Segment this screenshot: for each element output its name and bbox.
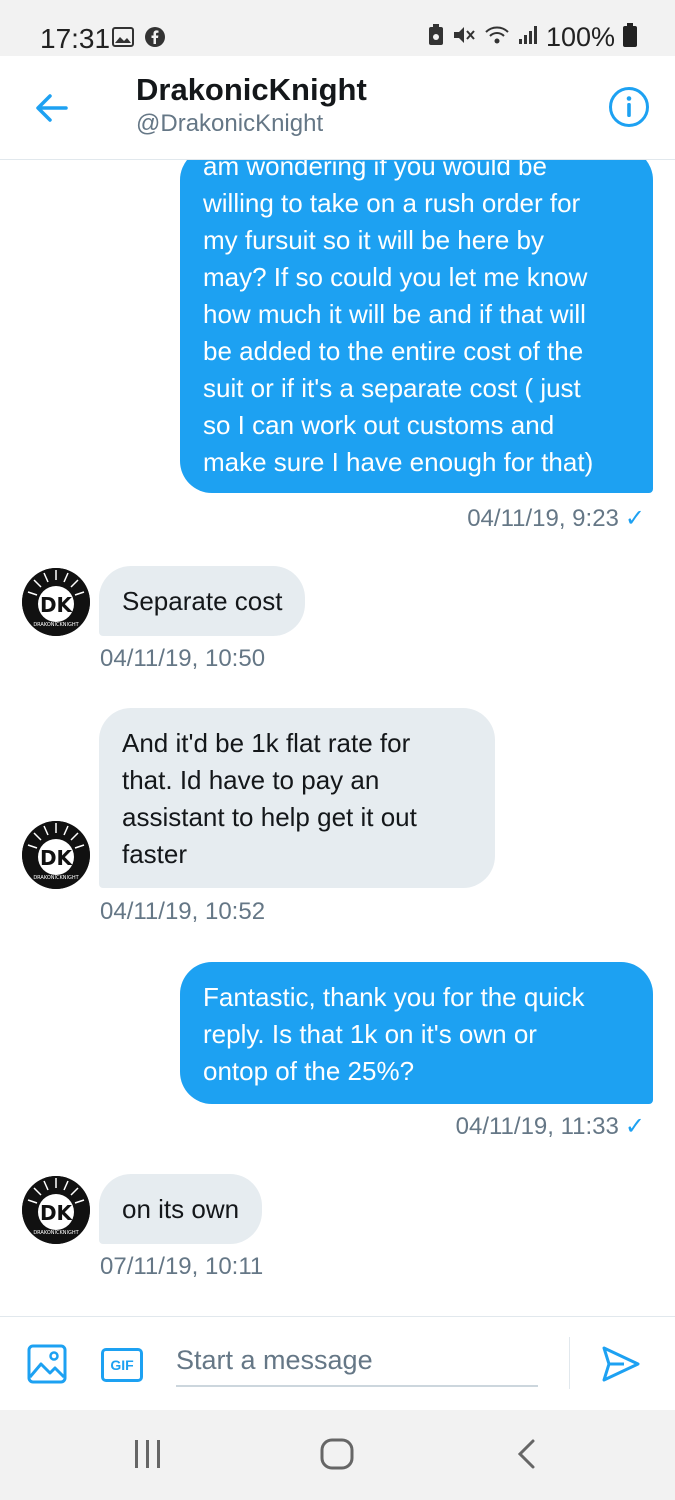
battery-icon	[623, 23, 637, 52]
svg-text:DK: DK	[40, 1201, 74, 1225]
incoming-message-bubble[interactable]: on its own	[99, 1174, 263, 1244]
recent-apps-icon[interactable]	[133, 1438, 163, 1475]
divider	[569, 1337, 570, 1389]
send-icon[interactable]	[600, 1343, 642, 1385]
message-list[interactable]: am wondering if you would be willing to …	[0, 160, 675, 1316]
message-timestamp: 04/11/19, 9:23 ✓	[467, 505, 645, 532]
back-icon[interactable]	[514, 1438, 538, 1475]
avatar[interactable]: DK DRAKONICKNIGHT	[22, 1176, 90, 1244]
svg-text:DK: DK	[40, 846, 74, 870]
svg-text:DRAKONICKNIGHT: DRAKONICKNIGHT	[33, 875, 79, 881]
conversation-name[interactable]: DrakonicKnight	[136, 72, 367, 108]
system-nav-bar	[0, 1410, 675, 1500]
battery-percent: 100%	[545, 22, 615, 52]
avatar[interactable]: DK DRAKONICKNIGHT	[22, 821, 90, 889]
home-icon[interactable]	[320, 1438, 354, 1475]
image-icon[interactable]	[27, 1344, 67, 1384]
message-composer: GIF	[0, 1316, 675, 1410]
gallery-icon	[112, 27, 134, 52]
info-icon[interactable]	[608, 86, 650, 128]
facebook-icon	[144, 26, 166, 53]
outgoing-message-bubble[interactable]: am wondering if you would be willing to …	[180, 160, 653, 493]
mute-icon	[452, 24, 476, 51]
status-time: 17:31	[40, 23, 111, 54]
message-timestamp: 07/11/19, 10:11	[100, 1253, 264, 1280]
svg-text:DRAKONICKNIGHT: DRAKONICKNIGHT	[33, 622, 79, 628]
message-timestamp: 04/11/19, 10:52	[100, 898, 266, 925]
gif-button[interactable]: GIF	[101, 1348, 143, 1382]
message-timestamp: 04/11/19, 10:50	[100, 645, 266, 672]
read-check-icon: ✓	[624, 505, 645, 532]
message-timestamp: 04/11/19, 11:33 ✓	[455, 1113, 645, 1140]
avatar[interactable]: DK DRAKONICKNIGHT	[22, 568, 90, 636]
svg-text:DK: DK	[40, 593, 74, 617]
incoming-message-bubble[interactable]: And it'd be 1k flat rate for that. Id ha…	[99, 708, 495, 888]
battery-saver-icon	[428, 24, 444, 51]
conversation-handle: @DrakonicKnight	[136, 110, 324, 137]
read-check-icon: ✓	[624, 1113, 645, 1140]
wifi-icon	[484, 24, 510, 51]
back-arrow-icon[interactable]	[30, 86, 74, 130]
signal-icon	[518, 25, 538, 50]
incoming-message-bubble[interactable]: Separate cost	[99, 566, 306, 636]
outgoing-message-bubble[interactable]: Fantastic, thank you for the quick reply…	[180, 962, 653, 1104]
message-input[interactable]	[176, 1335, 538, 1387]
svg-text:DRAKONICKNIGHT: DRAKONICKNIGHT	[33, 1230, 79, 1236]
conversation-header: DrakonicKnight @DrakonicKnight	[0, 56, 675, 160]
